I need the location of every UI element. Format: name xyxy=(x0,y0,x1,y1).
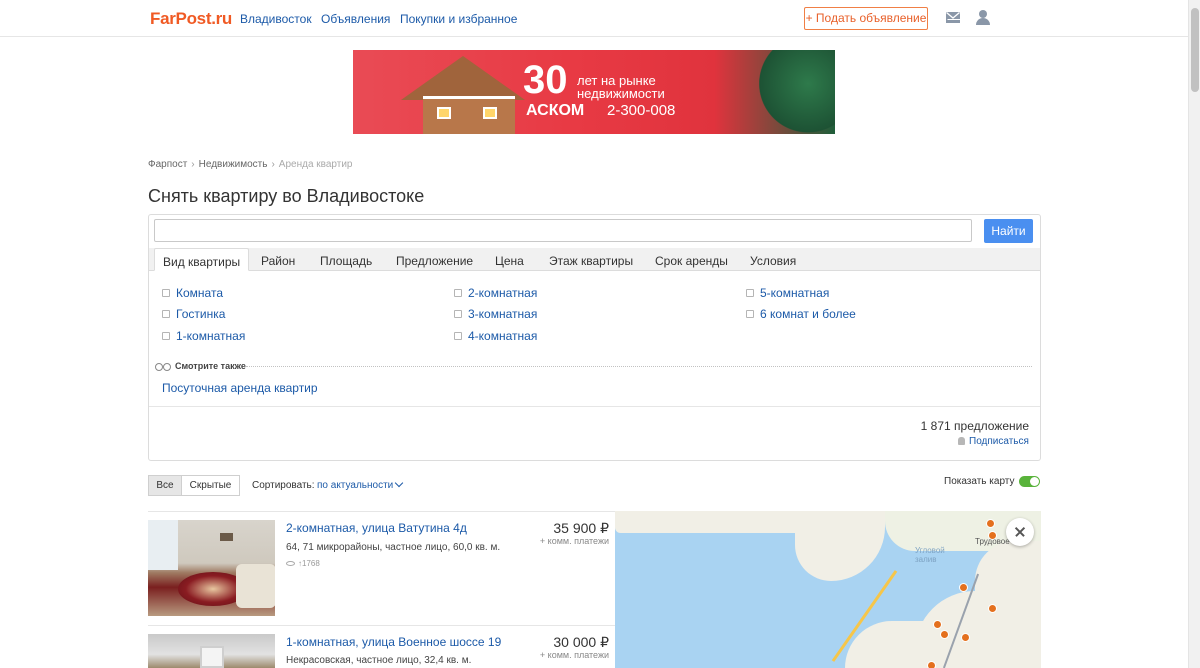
listing-subtitle: 64, 71 микрорайоны, частное лицо, 60,0 к… xyxy=(286,542,501,553)
binoculars-icon xyxy=(155,362,172,371)
tab-area[interactable]: Площадь xyxy=(312,248,380,271)
breadcrumb-home[interactable]: Фарпост xyxy=(148,159,187,170)
checkbox-3-room[interactable]: 3-комнатная xyxy=(454,307,537,321)
close-icon[interactable] xyxy=(1006,518,1034,546)
map-pin[interactable] xyxy=(988,604,997,613)
map-pin[interactable] xyxy=(927,661,936,668)
checkbox-5-room[interactable]: 5-комнатная xyxy=(746,286,829,300)
chevron-down-icon[interactable] xyxy=(394,478,404,488)
listing-photo[interactable] xyxy=(148,634,275,668)
map-pin[interactable] xyxy=(933,620,942,629)
nav-ads[interactable]: Объявления xyxy=(321,12,390,26)
listings-map[interactable]: Угловой залив Трудовое xyxy=(615,511,1041,668)
divider xyxy=(246,366,1032,367)
listing-price-note: + комм. платежи xyxy=(539,650,609,660)
page-title: Снять квартиру во Владивостоке xyxy=(148,186,425,206)
pine-branch-image xyxy=(745,50,835,134)
listing-views: ↑1768 xyxy=(298,559,320,568)
top-header: FarPost.ru Владивосток Объявления Покупк… xyxy=(0,0,1188,37)
map-label: Угловой залив xyxy=(915,546,945,564)
filter-all-button[interactable]: Все xyxy=(148,475,182,496)
house-window xyxy=(437,107,451,119)
search-button[interactable]: Найти xyxy=(984,219,1033,243)
listing-price: 35 900 ₽ xyxy=(553,520,609,536)
tab-conditions[interactable]: Условия xyxy=(742,248,804,271)
sort-dropdown[interactable]: по актуальности xyxy=(317,480,393,491)
show-map-toggle[interactable] xyxy=(1019,476,1040,487)
house-window xyxy=(483,107,497,119)
divider xyxy=(148,625,615,626)
map-pin[interactable] xyxy=(959,583,968,592)
show-map-label: Показать карту xyxy=(944,476,1015,487)
map-pin[interactable] xyxy=(988,531,997,540)
banner-tagline: лет на рынке недвижимости xyxy=(577,73,665,101)
map-pin[interactable] xyxy=(986,519,995,528)
eye-icon xyxy=(286,561,295,566)
sort-label: Сортировать: xyxy=(252,480,315,491)
checkbox-gostinka[interactable]: Гостинка xyxy=(162,307,225,321)
search-input[interactable] xyxy=(154,219,972,242)
daily-rent-link[interactable]: Посуточная аренда квартир xyxy=(162,381,318,395)
breadcrumb: Фарпост › Недвижимость › Аренда квартир xyxy=(148,159,353,170)
scroll-thumb[interactable] xyxy=(1191,8,1199,92)
nav-purchases[interactable]: Покупки и избранное xyxy=(400,12,517,26)
map-pin[interactable] xyxy=(940,630,949,639)
listing-subtitle: Некрасовская, частное лицо, 32,4 кв. м. xyxy=(286,655,472,666)
banner-brand: АСКОМ xyxy=(526,102,585,119)
tab-offer[interactable]: Предложение xyxy=(388,248,481,271)
banner-number: 30 xyxy=(523,58,568,102)
farpost-logo[interactable]: FarPost.ru xyxy=(150,9,232,29)
map-pin[interactable] xyxy=(961,633,970,642)
page-scrollbar[interactable] xyxy=(1188,0,1200,668)
gingerbread-house xyxy=(423,96,515,134)
tab-district[interactable]: Район xyxy=(253,248,303,271)
bell-icon xyxy=(958,437,965,445)
breadcrumb-current: Аренда квартир xyxy=(278,159,353,170)
ad-banner[interactable]: 30 лет на рынке недвижимости АСКОМ 2-300… xyxy=(353,50,835,134)
banner-phone: 2-300-008 xyxy=(607,102,676,119)
see-also-label: Смотрите также xyxy=(175,361,246,371)
mail-icon[interactable] xyxy=(946,12,960,23)
listing-price: 30 000 ₽ xyxy=(553,634,609,650)
user-icon[interactable] xyxy=(976,10,990,25)
checkbox-4-room[interactable]: 4-комнатная xyxy=(454,329,537,343)
post-ad-button[interactable]: + Подать объявление xyxy=(804,7,928,30)
breadcrumb-realty[interactable]: Недвижимость xyxy=(199,159,268,170)
nav-city[interactable]: Владивосток xyxy=(240,12,312,26)
divider xyxy=(148,511,615,512)
listing-price-note: + комм. платежи xyxy=(539,536,609,546)
tab-apartment-type[interactable]: Вид квартиры xyxy=(154,248,250,271)
checkbox-6-plus-room[interactable]: 6 комнат и более xyxy=(746,307,856,321)
tab-price[interactable]: Цена xyxy=(487,248,532,271)
checkbox-1-room[interactable]: 1-комнатная xyxy=(162,329,245,343)
checkbox-room[interactable]: Комната xyxy=(162,286,223,300)
listing-title[interactable]: 2-комнатная, улица Ватутина 4д xyxy=(286,521,467,535)
divider xyxy=(149,406,1040,407)
listing-photo[interactable] xyxy=(148,520,275,616)
subscribe-link[interactable]: Подписаться xyxy=(969,436,1029,447)
filter-hidden-button[interactable]: Скрытые xyxy=(181,475,240,496)
gingerbread-house-roof xyxy=(401,56,525,100)
tab-floor[interactable]: Этаж квартиры xyxy=(541,248,641,271)
listing-title[interactable]: 1-комнатная, улица Военное шоссе 19 xyxy=(286,635,501,649)
results-count: 1 871 предложение xyxy=(920,419,1029,433)
checkbox-2-room[interactable]: 2-комнатная xyxy=(454,286,537,300)
tab-lease-term[interactable]: Срок аренды xyxy=(647,248,736,271)
